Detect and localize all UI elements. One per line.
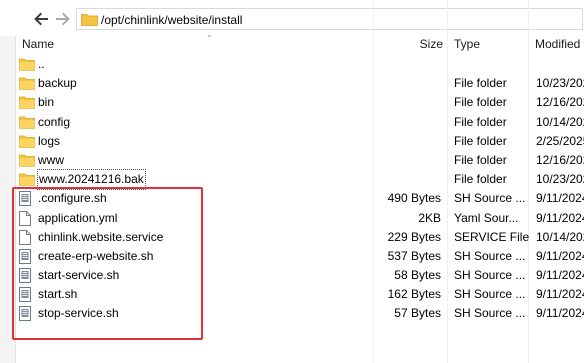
file-modified: 9/11/2024 [536,268,584,283]
file-row[interactable]: config File folder 10/14/202 [16,113,584,132]
file-type: File folder [454,152,507,167]
file-name[interactable]: bin [38,93,54,112]
file-row[interactable]: stop-service.sh 57 Bytes SH Source ... 9/11… [16,304,584,323]
column-header-modified[interactable]: Modified [535,35,580,54]
address-path[interactable]: /opt/chinlink/website/install [101,13,242,27]
file-type: SH Source ... [454,248,526,263]
file-row[interactable]: bin File folder 12/16/202 [16,93,584,112]
file-row[interactable]: application.yml 2KB Yaml Sour... 9/11/2024 [16,209,584,228]
file-size: 58 Bytes [394,268,441,283]
sort-caret-icon: ⌃ [206,34,213,43]
file-type: Yaml Sour... [454,210,519,225]
script-icon [19,268,35,284]
file-modified: 9/11/2024 [536,248,584,263]
folder-icon [19,95,35,111]
file-modified: 10/14/202 [536,229,584,244]
file-modified: 12/16/202 [536,152,584,167]
document-icon [19,210,35,227]
file-name[interactable]: stop-service.sh [38,304,119,323]
script-icon [19,287,35,303]
file-type: SH Source ... [454,306,526,321]
file-name[interactable]: .. [38,55,45,74]
folder-icon [81,14,98,26]
script-icon [19,248,35,265]
file-modified: 9/11/2024 [536,287,584,302]
column-header-name[interactable]: Name [22,35,54,54]
script-icon [19,191,35,207]
left-pane-edge [0,0,16,363]
file-name[interactable]: start-service.sh [38,266,119,285]
file-size: 162 Bytes [387,287,441,302]
file-name[interactable]: www [38,151,64,170]
file-modified: 9/11/2024 [536,306,584,321]
address-bar[interactable]: /opt/chinlink/website/install [76,8,583,30]
file-size: 537 Bytes [387,248,441,263]
file-modified: 12/16/202 [536,95,584,110]
file-size: 229 Bytes [387,229,441,244]
document-icon [19,229,35,246]
file-type: File folder [454,114,507,129]
file-list: ..backup File folder 10/23/202 bin File fold… [16,55,584,324]
file-row[interactable]: www.20241216.bak File folder 10/23/202 [16,169,584,191]
file-row[interactable]: .configure.sh 490 Bytes SH Source ... 9/11/… [16,189,584,208]
script-icon [19,306,35,322]
folder-icon [19,57,35,73]
file-name[interactable]: chinlink.website.service [38,228,163,247]
file-type: File folder [454,76,507,91]
folder-icon [19,115,35,131]
file-name[interactable]: create-erp-website.sh [38,247,153,266]
file-row[interactable]: create-erp-website.sh 537 Bytes SH Source … [16,247,584,266]
file-name[interactable]: application.yml [38,209,117,228]
file-name[interactable]: config [38,113,70,132]
column-header-size[interactable]: Size [420,35,443,54]
file-size: 490 Bytes [387,191,441,206]
file-row[interactable]: start.sh 162 Bytes SH Source ... 9/11/2024 [16,285,584,304]
file-name[interactable]: logs [38,132,60,151]
file-row[interactable]: .. [16,55,584,74]
folder-icon [19,76,35,92]
toolbar: /opt/chinlink/website/install [0,0,584,36]
file-type: SH Source ... [454,268,526,283]
file-modified: 9/11/2024 [536,191,584,206]
file-name[interactable]: www.20241216.bak [37,169,146,191]
forward-arrow-icon[interactable] [54,11,72,27]
file-modified: 10/23/202 [536,76,584,91]
file-size: 57 Bytes [394,306,441,321]
file-modified: 9/11/2024 [536,210,584,225]
file-row[interactable]: www File folder 12/16/202 [16,151,584,170]
file-row[interactable]: backup File folder 10/23/202 [16,74,584,93]
file-type: File folder [454,133,507,148]
folder-icon [19,134,35,150]
file-type: SERVICE File [454,229,530,244]
file-type: File folder [454,172,507,187]
column-header-type[interactable]: Type [454,35,480,54]
back-arrow-icon[interactable] [32,11,50,27]
folder-icon [19,172,35,188]
file-type: SH Source ... [454,191,526,206]
file-row[interactable]: logs File folder 2/25/2025 [16,132,584,151]
file-row[interactable]: chinlink.website.service 229 Bytes SERVICE… [16,228,584,247]
file-size: 2KB [418,210,441,225]
file-name[interactable]: backup [38,74,77,93]
file-name[interactable]: .configure.sh [38,189,107,208]
file-name[interactable]: start.sh [38,285,77,304]
column-headers: ⌃ Name Size Type Modified [16,34,584,54]
file-modified: 10/14/202 [536,114,584,129]
folder-icon [19,153,35,169]
file-type: SH Source ... [454,287,526,302]
file-modified: 2/25/2025 [536,133,584,148]
file-modified: 10/23/202 [536,172,584,187]
file-row[interactable]: start-service.sh 58 Bytes SH Source ... 9/1… [16,266,584,285]
file-type: File folder [454,95,507,110]
